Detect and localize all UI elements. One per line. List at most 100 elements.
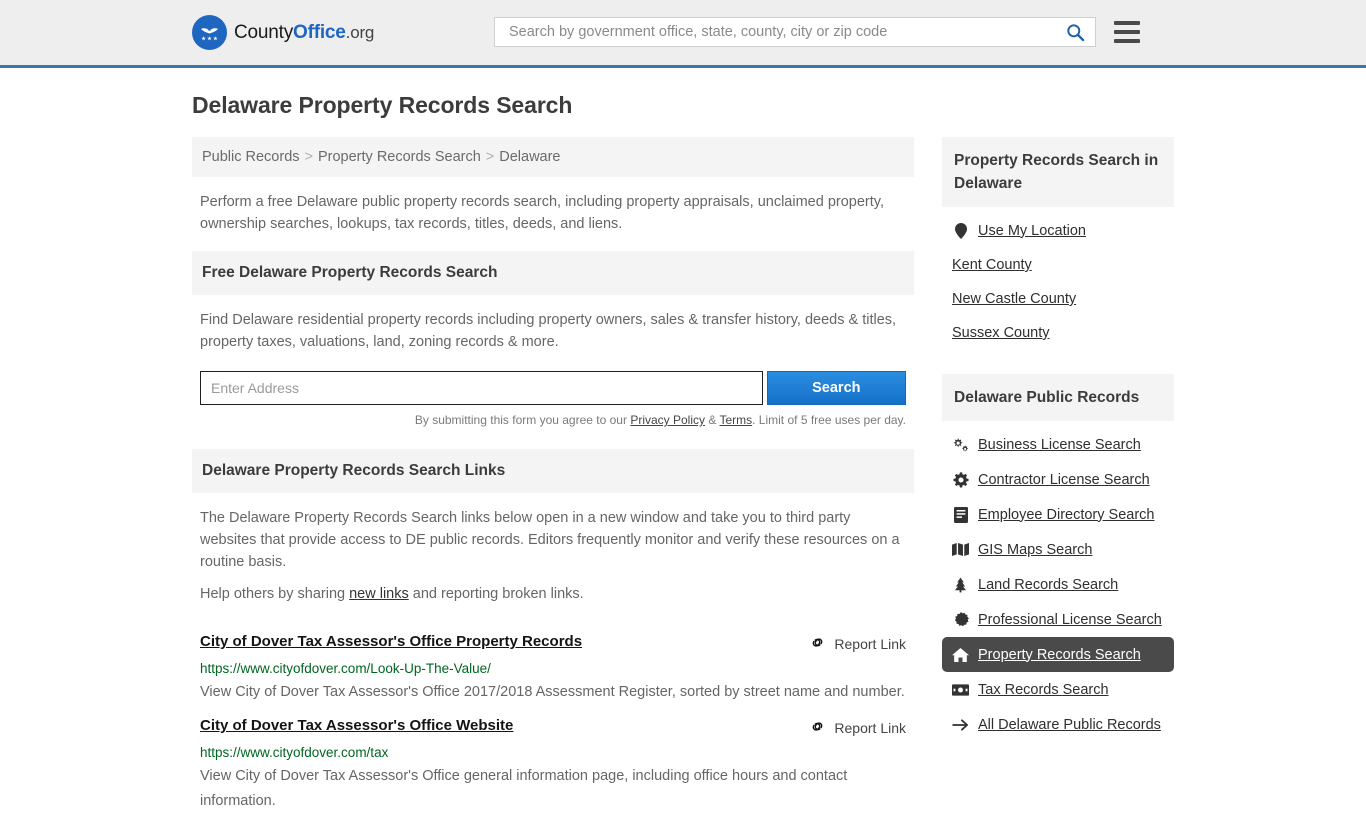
report-link-label: Report Link	[834, 720, 906, 736]
sidebar-records-list: Business License Search Contractor Licen…	[942, 421, 1174, 752]
sidebar-item-tax-records-search[interactable]: Tax Records Search	[942, 672, 1174, 707]
broken-link-icon	[809, 718, 826, 738]
sidebar-item-label: All Delaware Public Records	[978, 716, 1161, 733]
link-result-url[interactable]: https://www.cityofdover.com/tax	[200, 745, 906, 760]
hamburger-bar	[1114, 21, 1140, 25]
sidebar-item-property-records-search[interactable]: Property Records Search	[942, 637, 1174, 672]
breadcrumb-separator: >	[304, 149, 313, 165]
help-paragraph: Help others by sharing new links and rep…	[200, 583, 906, 605]
header-search-box[interactable]	[494, 17, 1096, 47]
form-legal-text: By submitting this form you agree to our…	[192, 405, 914, 427]
privacy-policy-link[interactable]: Privacy Policy	[630, 413, 705, 427]
sidebar-item-use-my-location[interactable]: Use My Location	[942, 213, 1174, 248]
sidebar-item-business-license-search[interactable]: Business License Search	[942, 427, 1174, 462]
link-result-title[interactable]: City of Dover Tax Assessor's Office Webs…	[200, 717, 513, 734]
sidebar-item-professional-license-search[interactable]: Professional License Search	[942, 602, 1174, 637]
hamburger-menu-icon[interactable]	[1114, 21, 1140, 43]
certificate-icon	[952, 611, 969, 628]
sidebar-item-label: Property Records Search	[978, 646, 1141, 663]
link-result-title[interactable]: City of Dover Tax Assessor's Office Prop…	[200, 633, 582, 650]
sidebar-item-label: Business License Search	[978, 436, 1141, 453]
report-link-button[interactable]: Report Link	[809, 717, 906, 738]
main-column: Public Records > Property Records Search > D…	[192, 137, 914, 814]
content-columns: Public Records > Property Records Search > D…	[192, 137, 1174, 814]
sidebar-item-kent-county[interactable]: Kent County	[942, 248, 1174, 282]
sidebar-item-employee-directory-search[interactable]: Employee Directory Search	[942, 497, 1174, 532]
hamburger-bar	[1114, 39, 1140, 43]
site-header: CountyOffice.org	[0, 0, 1366, 68]
sidebar-item-all-delaware-public-records[interactable]: All Delaware Public Records	[942, 707, 1174, 742]
report-link-button[interactable]: Report Link	[809, 633, 906, 654]
sidebar-counties-heading: Property Records Search in Delaware	[942, 137, 1174, 207]
link-result-header: City of Dover Tax Assessor's Office Webs…	[200, 717, 906, 738]
intro-paragraph: Perform a free Delaware public property …	[200, 194, 884, 232]
logo-text-office: Office	[293, 21, 346, 43]
logo-text: CountyOffice.org	[234, 22, 374, 44]
report-link-label: Report Link	[834, 636, 906, 652]
help-prefix: Help others by sharing	[200, 586, 350, 602]
legal-suffix: . Limit of 5 free uses per day.	[752, 413, 906, 427]
sidebar-item-label: New Castle County	[952, 291, 1077, 307]
help-suffix: and reporting broken links.	[408, 586, 584, 602]
links-section-text: The Delaware Property Records Search lin…	[192, 493, 914, 621]
sidebar-records-heading: Delaware Public Records	[942, 374, 1174, 421]
book-icon	[952, 506, 969, 523]
address-input[interactable]	[200, 371, 763, 405]
sidebar-item-label: Sussex County	[952, 325, 1050, 341]
breadcrumb-item-delaware[interactable]: Delaware	[499, 149, 560, 165]
sidebar-item-label: Kent County	[952, 257, 1032, 273]
search-icon[interactable]	[1064, 23, 1087, 42]
link-result: City of Dover Tax Assessor's Office Webs…	[192, 705, 914, 814]
tree-icon	[952, 576, 969, 593]
link-result-description: View City of Dover Tax Assessor's Office…	[200, 684, 905, 700]
home-icon	[952, 646, 969, 663]
site-logo[interactable]: CountyOffice.org	[192, 15, 374, 50]
map-icon	[952, 541, 969, 558]
sidebar-item-land-records-search[interactable]: Land Records Search	[942, 567, 1174, 602]
free-search-description-block: Find Delaware residential property recor…	[192, 295, 914, 365]
link-result-url[interactable]: https://www.cityofdover.com/Look-Up-The-…	[200, 661, 906, 676]
terms-link[interactable]: Terms	[719, 413, 752, 427]
new-links-link[interactable]: new links	[349, 586, 409, 602]
breadcrumb: Public Records > Property Records Search > D…	[192, 137, 914, 177]
intro-text-block: Perform a free Delaware public property …	[192, 177, 914, 251]
sidebar-item-label: Professional License Search	[978, 611, 1162, 628]
cog-icon	[952, 471, 969, 488]
sidebar-item-label: Contractor License Search	[978, 471, 1150, 488]
link-result-description: View City of Dover Tax Assessor's Office…	[200, 768, 848, 809]
sidebar-item-label: Land Records Search	[978, 576, 1119, 593]
header-search-zone	[494, 17, 1140, 47]
sidebar-counties-list: Use My Location Kent County New Castle C…	[942, 207, 1174, 360]
logo-text-org: .org	[345, 22, 375, 42]
sidebar-item-label: Tax Records Search	[978, 681, 1109, 698]
page-title: Delaware Property Records Search	[192, 92, 573, 118]
page-container: Delaware Property Records Search Public …	[0, 92, 1366, 814]
map-pin-icon	[952, 222, 969, 239]
sidebar: Property Records Search in Delaware Use …	[942, 137, 1174, 752]
sidebar-item-new-castle-county[interactable]: New Castle County	[942, 282, 1174, 316]
money-bill-icon	[952, 681, 969, 698]
sidebar-item-label: Employee Directory Search	[978, 506, 1155, 523]
sidebar-item-contractor-license-search[interactable]: Contractor License Search	[942, 462, 1174, 497]
hamburger-bar	[1114, 30, 1140, 34]
breadcrumb-separator: >	[485, 149, 495, 165]
free-search-heading: Free Delaware Property Records Search	[192, 251, 914, 295]
sidebar-item-gis-maps-search[interactable]: GIS Maps Search	[942, 532, 1174, 567]
legal-prefix: By submitting this form you agree to our	[414, 413, 631, 427]
cogs-icon	[952, 436, 969, 453]
links-paragraph: The Delaware Property Records Search lin…	[200, 510, 900, 570]
links-section-heading: Delaware Property Records Search Links	[192, 449, 914, 493]
breadcrumb-item-public-records[interactable]: Public Records	[202, 149, 300, 165]
search-submit-button[interactable]: Search	[766, 371, 906, 405]
address-search-form: Search	[192, 365, 914, 405]
link-result: City of Dover Tax Assessor's Office Prop…	[192, 621, 914, 705]
logo-text-county: County	[234, 21, 294, 43]
arrow-right-icon	[952, 716, 969, 733]
link-result-header: City of Dover Tax Assessor's Office Prop…	[200, 633, 906, 654]
search-input[interactable]	[507, 23, 1064, 41]
eagle-shield-logo-icon	[192, 15, 227, 50]
sidebar-item-sussex-county[interactable]: Sussex County	[942, 316, 1174, 350]
free-search-description: Find Delaware residential property recor…	[200, 312, 897, 350]
breadcrumb-item-property-records-search[interactable]: Property Records Search	[318, 149, 481, 165]
